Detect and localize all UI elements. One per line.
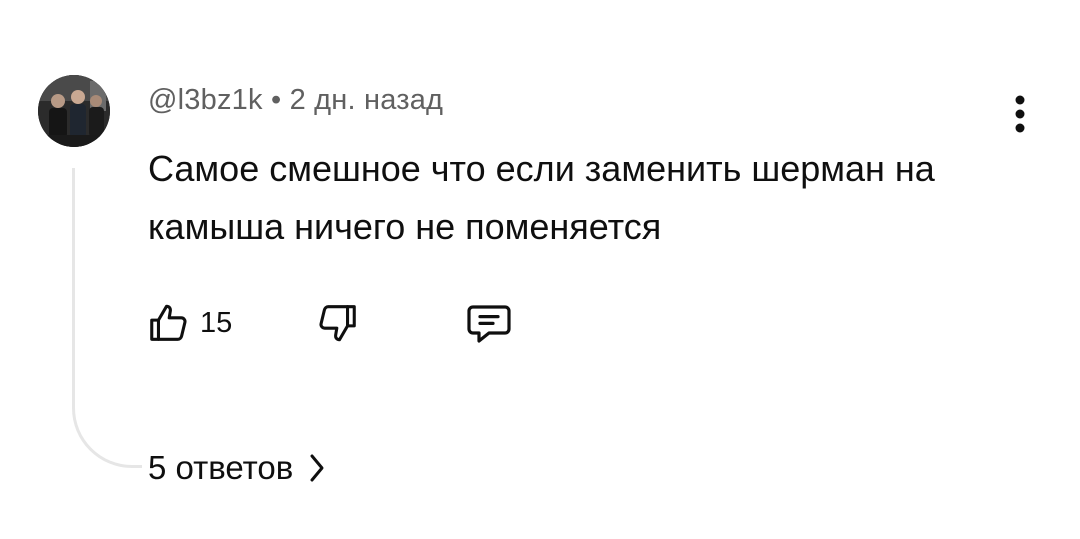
thumb-down-icon [319,305,356,342]
more-vert-icon [1015,95,1025,133]
reply-button[interactable] [464,298,514,348]
avatar[interactable] [38,75,110,147]
replies-label: 5 ответов [148,449,294,486]
thread-line [72,168,142,468]
chevron-right-icon [310,454,324,482]
comment-icon [467,305,511,343]
comment-text: Самое смешное что если заменить шерман н… [148,148,935,247]
comment-meta: @l3bz1k • 2 дн. назад [148,84,443,117]
like-count: 15 [200,306,233,339]
like-button[interactable]: 15 [146,298,232,348]
more-options-button[interactable] [1004,90,1036,138]
dislike-button[interactable] [314,298,360,348]
thumb-up-icon [150,304,187,341]
view-replies-button[interactable]: 5 ответов [148,446,325,490]
comment-timestamp[interactable]: 2 дн. назад [290,84,444,116]
author-handle[interactable]: @l3bz1k [148,84,263,116]
meta-separator: • [270,84,282,116]
